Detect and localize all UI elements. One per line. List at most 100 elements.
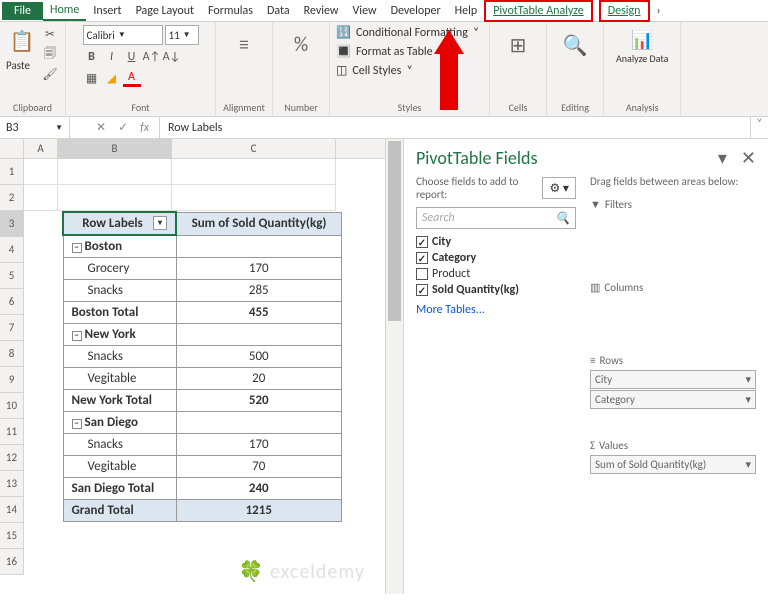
checkbox-icon[interactable] (416, 268, 428, 280)
sheet-vscroll[interactable] (385, 139, 403, 594)
cancel-icon[interactable]: ✕ (96, 120, 106, 135)
row-header[interactable]: 9 (0, 367, 24, 393)
gear-button[interactable]: ⚙ ▾ (542, 177, 576, 199)
value-chip[interactable]: Sum of Sold Quantity(kg)▾ (590, 455, 756, 474)
tab-insert[interactable]: Insert (86, 2, 128, 20)
formula-input[interactable]: Row Labels (160, 117, 750, 138)
tab-home[interactable]: Home (43, 1, 86, 21)
format-as-table-button[interactable]: Format as Table (356, 45, 433, 59)
tab-page-layout[interactable]: Page Layout (129, 2, 201, 20)
pt-header-rowlabels[interactable]: Row Labels▾ (63, 212, 176, 235)
field-product[interactable]: Product (416, 267, 576, 281)
row-header[interactable]: 7 (0, 315, 24, 341)
row-header[interactable]: 5 (0, 263, 24, 289)
chevron-down-icon[interactable]: ▾ (718, 147, 727, 169)
tab-file[interactable]: File (2, 2, 43, 20)
checkbox-icon[interactable]: ✓ (416, 252, 428, 264)
pt-grand-total[interactable]: Grand Total (63, 500, 176, 522)
pt-item[interactable]: Vegitable (63, 456, 176, 478)
area-values[interactable]: ΣValues Sum of Sold Quantity(kg)▾ (590, 439, 756, 474)
border-button[interactable]: ▦ (83, 69, 101, 87)
row-chip-city[interactable]: City▾ (590, 370, 756, 389)
field-sold[interactable]: ✓Sold Quantity(kg) (416, 283, 576, 297)
format-painter-button[interactable]: 🖌 (41, 65, 59, 83)
tab-pivottable-analyze[interactable]: PivotTable Analyze (484, 0, 593, 22)
pt-group[interactable]: −New York (63, 324, 176, 346)
pt-subtotal[interactable]: San Diego Total (63, 478, 176, 500)
pt-item[interactable]: Snacks (63, 434, 176, 456)
row-header[interactable]: 8 (0, 341, 24, 367)
editing-icon[interactable]: 🔍 (559, 29, 591, 61)
cells-icon[interactable]: ⊞ (502, 29, 534, 61)
copy-button[interactable]: 🗐 (41, 45, 59, 63)
area-filters[interactable]: ▼Filters (590, 198, 756, 211)
tab-help[interactable]: Help (448, 2, 485, 20)
checkbox-icon[interactable]: ✓ (416, 236, 428, 248)
tab-review[interactable]: Review (297, 2, 346, 20)
row-header[interactable]: 13 (0, 471, 24, 497)
row-header[interactable]: 2 (0, 185, 24, 211)
tab-overflow[interactable]: › (650, 2, 668, 20)
row-header[interactable]: 16 (0, 549, 24, 575)
more-tables-link[interactable]: More Tables... (416, 303, 576, 317)
tab-data[interactable]: Data (260, 2, 297, 20)
close-icon[interactable]: ✕ (741, 147, 756, 169)
checkbox-icon[interactable]: ✓ (416, 284, 428, 296)
tab-view[interactable]: View (346, 2, 384, 20)
conditional-formatting-button[interactable]: Conditional Formatting (356, 26, 468, 40)
pt-item[interactable]: Grocery (63, 258, 176, 280)
pivot-table[interactable]: Row Labels▾ Sum of Sold Quantity(kg) −Bo… (62, 211, 342, 522)
fill-color-button[interactable]: ◢ (103, 69, 121, 87)
cell-styles-button[interactable]: Cell Styles (352, 64, 401, 78)
font-size-combo[interactable]: 11▼ (165, 25, 199, 45)
worksheet[interactable]: A B C 1 2 3 4 5 6 7 8 9 10 11 12 13 14 1 (0, 139, 385, 594)
pt-item[interactable]: Snacks (63, 346, 176, 368)
grow-font-button[interactable]: A↑ (143, 48, 161, 66)
fx-icon[interactable]: fx (140, 121, 149, 135)
area-rows[interactable]: ≡Rows City▾ Category▾ (590, 354, 756, 409)
font-color-button[interactable]: A (123, 69, 141, 87)
paste-icon[interactable]: 📋 (6, 25, 38, 57)
tab-formulas[interactable]: Formulas (201, 2, 260, 20)
col-header-c[interactable]: C (172, 139, 336, 158)
col-header-b[interactable]: B (58, 139, 172, 158)
pt-item[interactable]: Snacks (63, 280, 176, 302)
underline-button[interactable]: U (123, 48, 141, 66)
row-header[interactable]: 14 (0, 497, 24, 523)
filter-icon[interactable]: ▾ (153, 216, 167, 230)
collapse-icon[interactable]: − (72, 419, 82, 429)
row-chip-category[interactable]: Category▾ (590, 390, 756, 409)
row-header[interactable]: 1 (0, 159, 24, 185)
analyze-data-button[interactable]: 📊 Analyze Data (610, 25, 674, 68)
pt-subtotal[interactable]: Boston Total (63, 302, 176, 324)
tab-developer[interactable]: Developer (384, 2, 448, 20)
cut-button[interactable]: ✂ (41, 25, 59, 43)
area-columns[interactable]: ▥Columns (590, 281, 756, 294)
pt-item[interactable]: Vegitable (63, 368, 176, 390)
row-header[interactable]: 11 (0, 419, 24, 445)
field-city[interactable]: ✓City (416, 235, 576, 249)
enter-icon[interactable]: ✓ (118, 120, 128, 135)
collapse-icon[interactable]: − (72, 243, 82, 253)
shrink-font-button[interactable]: A↓ (163, 48, 181, 66)
pt-group[interactable]: −San Diego (63, 412, 176, 434)
font-name-combo[interactable]: Calibri▼ (83, 25, 163, 45)
bold-button[interactable]: B (83, 48, 101, 66)
row-header[interactable]: 15 (0, 523, 24, 549)
alignment-icon[interactable]: ≡ (228, 29, 260, 61)
tab-design[interactable]: Design (599, 0, 650, 22)
pt-group[interactable]: −Boston (63, 235, 176, 258)
field-search-input[interactable]: Search🔍 (416, 207, 576, 229)
row-header[interactable]: 6 (0, 289, 24, 315)
collapse-icon[interactable]: − (72, 331, 82, 341)
row-header[interactable]: 4 (0, 237, 24, 263)
field-category[interactable]: ✓Category (416, 251, 576, 265)
italic-button[interactable]: I (103, 48, 121, 66)
name-box[interactable]: B3▼ (0, 117, 70, 138)
select-all-button[interactable] (0, 139, 24, 159)
row-header[interactable]: 10 (0, 393, 24, 419)
row-header[interactable]: 3 (0, 211, 24, 237)
col-header-a[interactable]: A (24, 139, 58, 158)
number-icon[interactable]: % (285, 29, 317, 61)
row-header[interactable]: 12 (0, 445, 24, 471)
